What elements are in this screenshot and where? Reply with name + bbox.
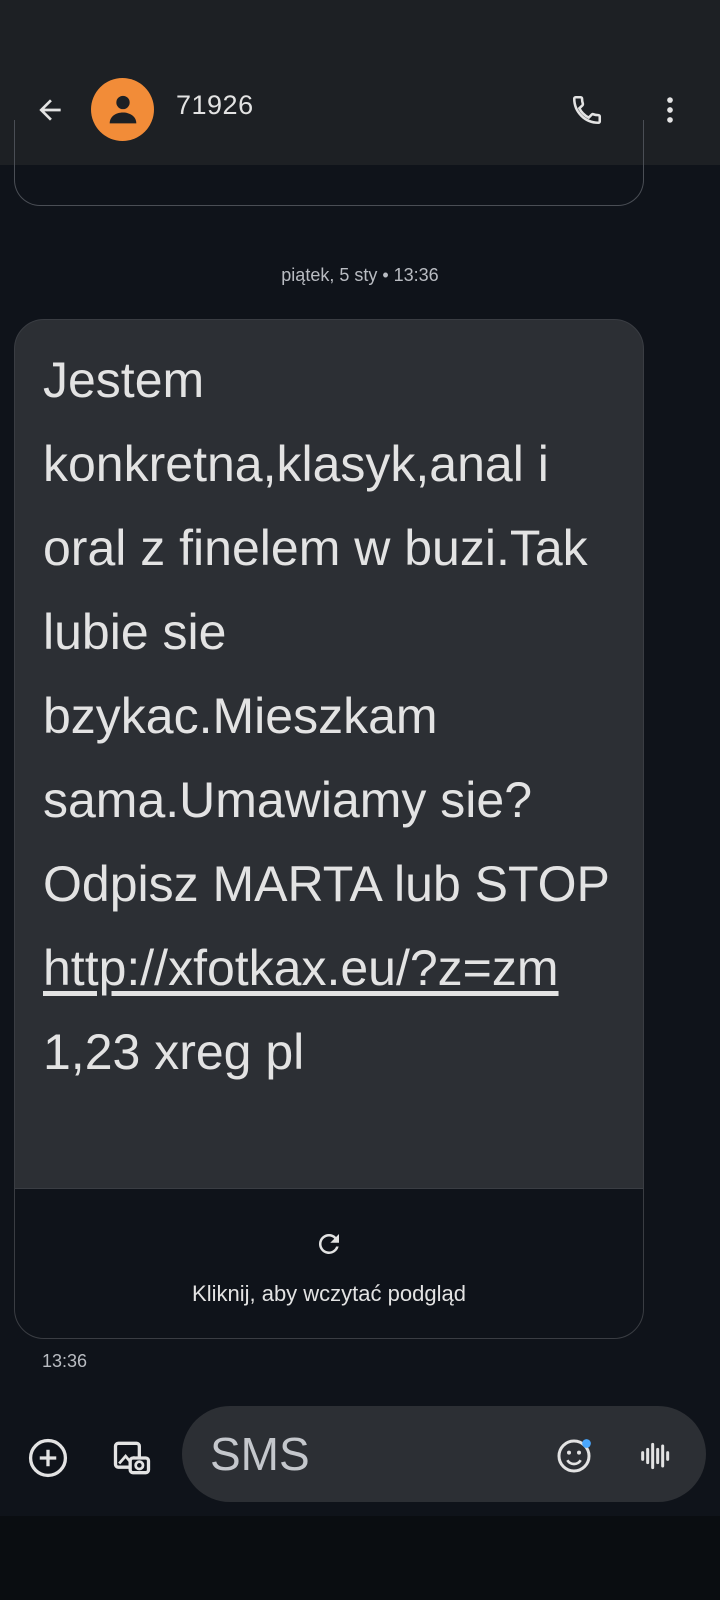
preview-label: Kliknij, aby wczytać podgląd: [192, 1281, 466, 1306]
voice-waveform-icon: [641, 1442, 670, 1470]
system-navigation-bar: [0, 1516, 720, 1600]
message-bubble[interactable]: Jestem konkretna,klasyk,anal i oral z fi…: [14, 319, 644, 1339]
gallery-icon: [113, 1441, 151, 1475]
previous-message-bubble: [14, 120, 644, 206]
date-separator: piątek, 5 sty • 13:36: [281, 265, 439, 285]
message-timestamp: 13:36: [42, 1351, 88, 1371]
message-text: Jestem konkretna,klasyk,anal i oral z fi…: [43, 338, 628, 1094]
message-link[interactable]: http://xfotkax.eu/?z=zm: [43, 940, 559, 996]
more-vert-icon: [667, 97, 673, 123]
more-options-button[interactable]: [648, 86, 692, 134]
add-attachment-button[interactable]: [24, 1434, 72, 1482]
message-text-body: Jestem konkretna,klasyk,anal i oral z fi…: [43, 352, 609, 912]
link-preview-button[interactable]: Kliknij, aby wczytać podgląd: [15, 1188, 643, 1338]
contact-name[interactable]: 71926: [176, 90, 254, 121]
add-circle-icon: [28, 1438, 68, 1478]
emoji-icon: [557, 1439, 591, 1473]
message-text-tail: 1,23 xreg pl: [43, 1024, 305, 1080]
status-bar: [0, 0, 720, 60]
emoji-button[interactable]: [552, 1434, 596, 1478]
message-input[interactable]: [210, 1426, 510, 1482]
compose-bar: [0, 1398, 720, 1516]
gallery-button[interactable]: [108, 1434, 156, 1482]
voice-input-button[interactable]: [634, 1434, 678, 1478]
refresh-icon: [314, 1229, 344, 1259]
message-input-container: [182, 1406, 706, 1502]
